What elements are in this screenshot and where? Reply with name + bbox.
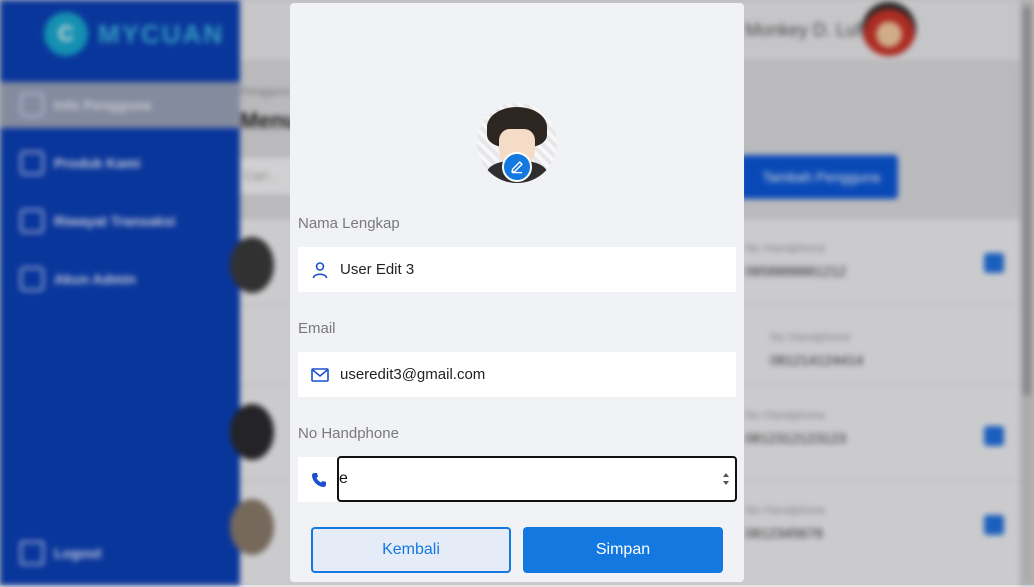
back-button[interactable]: Kembali	[311, 527, 511, 573]
email-label: Email	[298, 320, 336, 337]
name-field[interactable]: User Edit 3	[298, 247, 736, 292]
phone-label: No Handphone	[298, 425, 399, 442]
mail-icon	[310, 365, 330, 385]
email-field[interactable]: useredit3@gmail.com	[298, 352, 736, 397]
save-button[interactable]: Simpan	[523, 527, 723, 573]
phone-icon-box	[298, 457, 338, 502]
number-spinner[interactable]	[722, 469, 730, 489]
name-value: User Edit 3	[340, 261, 415, 278]
edit-user-modal: Nama Lengkap User Edit 3 Email useredit3…	[290, 3, 744, 582]
pencil-icon	[511, 161, 523, 174]
edit-avatar-button[interactable]	[502, 152, 532, 182]
phone-input[interactable]	[337, 456, 737, 502]
phone-icon	[310, 470, 328, 490]
email-value: useredit3@gmail.com	[340, 366, 486, 383]
name-label: Nama Lengkap	[298, 215, 400, 232]
user-icon	[310, 260, 330, 280]
